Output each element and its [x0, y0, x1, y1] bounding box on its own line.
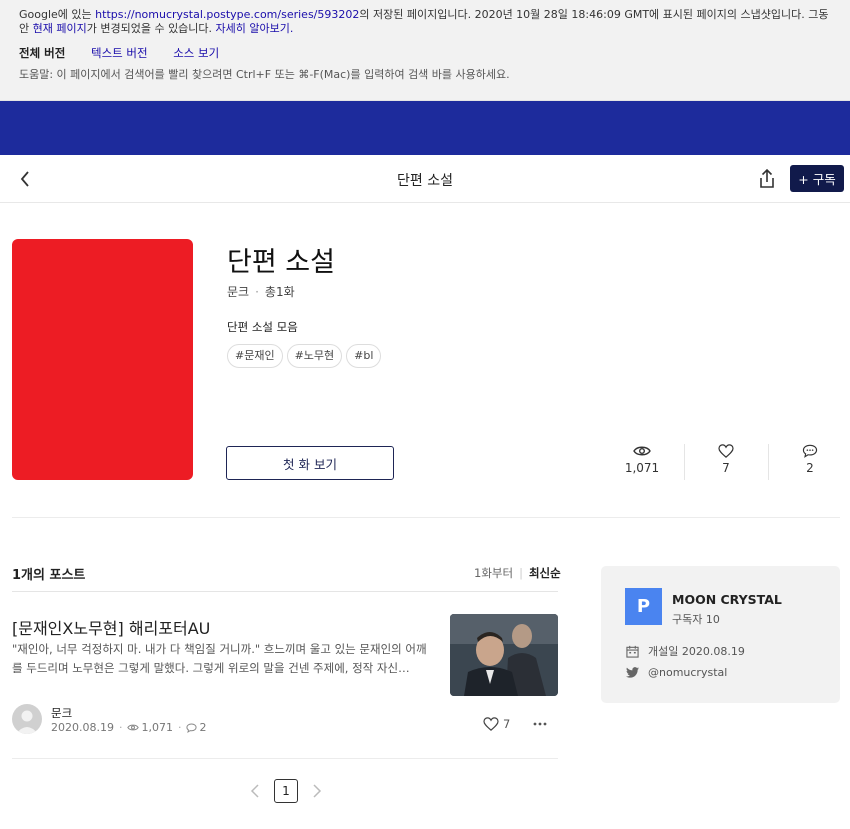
channel-opened-text: 개설일 2020.08.19	[648, 645, 745, 658]
comment-icon	[186, 723, 198, 733]
heart-icon	[483, 717, 499, 731]
first-episode-button[interactable]: 첫 화 보기	[226, 446, 394, 480]
channel-opened-date: 개설일 2020.08.19	[626, 643, 745, 659]
channel-twitter-handle[interactable]: @nomucrystal	[648, 666, 727, 679]
episode-count: 총1화	[264, 285, 295, 299]
post-comments: 2	[199, 721, 207, 734]
series-description: 단편 소설 모음	[227, 320, 298, 334]
tab-text-version[interactable]: 텍스트 버전	[91, 46, 148, 60]
learn-more-link[interactable]: 자세히 알아보기.	[216, 22, 294, 35]
header-title: 단편 소설	[397, 173, 453, 189]
sort-options: 1화부터 | 최신순	[474, 565, 561, 581]
post-likes-count: 7	[503, 717, 511, 731]
series-title: 단편 소설	[227, 247, 335, 278]
post-thumbnail-photo	[450, 614, 558, 696]
eye-icon	[127, 724, 140, 731]
section-divider	[12, 517, 840, 518]
post-title[interactable]: [문재인X노무현] 해리포터AU	[12, 615, 210, 639]
cache-notice-middle: 가 변경되었을 수 있습니다.	[86, 22, 216, 35]
twitter-icon	[626, 667, 639, 678]
more-options-button[interactable]	[532, 716, 548, 736]
pagination: 1	[246, 779, 326, 803]
post-views: 1,071	[141, 721, 173, 734]
likes-count: 7	[722, 461, 730, 475]
post-author-name[interactable]: 문크	[51, 705, 72, 721]
comment-icon	[802, 444, 818, 458]
cache-help-text: 도움말: 이 페이지에서 검색어를 빨리 찾으려면 Ctrl+F 또는 ⌘-F(…	[19, 68, 510, 81]
calendar-icon	[626, 645, 639, 658]
eye-icon	[633, 446, 651, 456]
site-banner	[0, 101, 850, 155]
sort-latest[interactable]: 최신순	[529, 566, 561, 580]
page-number[interactable]: 1	[274, 779, 298, 803]
post-like-button[interactable]: 7	[483, 717, 510, 731]
post-date: 2020.08.19	[51, 721, 114, 734]
next-page-button[interactable]	[308, 779, 326, 803]
views-count: 1,071	[624, 461, 660, 475]
series-meta: 문크 · 총1화	[227, 283, 295, 300]
tag-chip[interactable]: #노무현	[286, 344, 343, 368]
heart-icon	[718, 444, 734, 458]
channel-subscribers: 구독자 10	[672, 613, 720, 626]
channel-avatar[interactable]: P	[625, 588, 662, 625]
subscribe-button[interactable]: + 구독	[790, 165, 844, 192]
meta-separator: ·	[118, 721, 123, 734]
channel-twitter[interactable]: @nomucrystal	[626, 666, 727, 679]
tab-full-version[interactable]: 전체 버전	[19, 46, 65, 60]
avatar[interactable]	[12, 704, 42, 734]
post-meta: 2020.08.19 · 1,071 · 2	[51, 721, 206, 734]
share-icon	[760, 168, 774, 188]
meta-separator: ·	[177, 721, 182, 734]
chevron-left-icon	[250, 784, 259, 798]
series-stats: 1,071 7 2	[600, 440, 850, 482]
series-tags: #문재인 #노무현 #bl	[227, 344, 382, 368]
channel-name[interactable]: MOON CRYSTAL	[672, 592, 782, 607]
sort-first-episode[interactable]: 1화부터	[474, 566, 513, 580]
prev-page-button[interactable]	[246, 779, 264, 803]
tab-view-source[interactable]: 소스 보기	[173, 46, 219, 60]
channel-card[interactable]: P MOON CRYSTAL 구독자 10 개설일 2020.08.19 @no…	[601, 566, 840, 703]
cache-notice-bar: Google에 있는 https://nomucrystal.postype.c…	[0, 0, 850, 101]
current-page-link[interactable]: 현재 페이지	[33, 22, 87, 35]
series-cover-image[interactable]	[12, 239, 193, 480]
cache-notice-prefix: Google에 있는	[19, 8, 96, 21]
share-button[interactable]	[755, 167, 779, 191]
likes-stat[interactable]: 7	[684, 440, 768, 482]
more-dots-icon	[533, 722, 547, 726]
post-thumbnail[interactable]	[450, 614, 558, 696]
sort-separator: |	[519, 566, 523, 580]
chevron-right-icon	[313, 784, 322, 798]
default-user-icon	[16, 710, 38, 734]
series-author[interactable]: 문크	[227, 285, 249, 299]
comments-count: 2	[806, 461, 814, 475]
cache-version-tabs: 전체 버전 텍스트 버전 소스 보기	[19, 45, 241, 61]
list-divider	[12, 591, 558, 592]
series-header-bar: 단편 소설 + 구독	[0, 155, 850, 203]
meta-separator: ·	[255, 285, 259, 299]
tag-chip[interactable]: #문재인	[227, 344, 283, 368]
tag-chip[interactable]: #bl	[346, 344, 382, 368]
post-count-label: 1개의 포스트	[12, 568, 86, 583]
cache-notice-text: Google에 있는 https://nomucrystal.postype.c…	[19, 8, 834, 36]
comments-stat[interactable]: 2	[768, 440, 850, 482]
views-stat: 1,071	[600, 440, 684, 482]
post-excerpt[interactable]: "재인아, 너무 걱정하지 마. 내가 다 책임질 거니까." 흐느끼며 울고 …	[12, 640, 432, 678]
cache-original-url-link[interactable]: https://nomucrystal.postype.com/series/5…	[95, 8, 359, 21]
list-divider	[12, 758, 558, 759]
